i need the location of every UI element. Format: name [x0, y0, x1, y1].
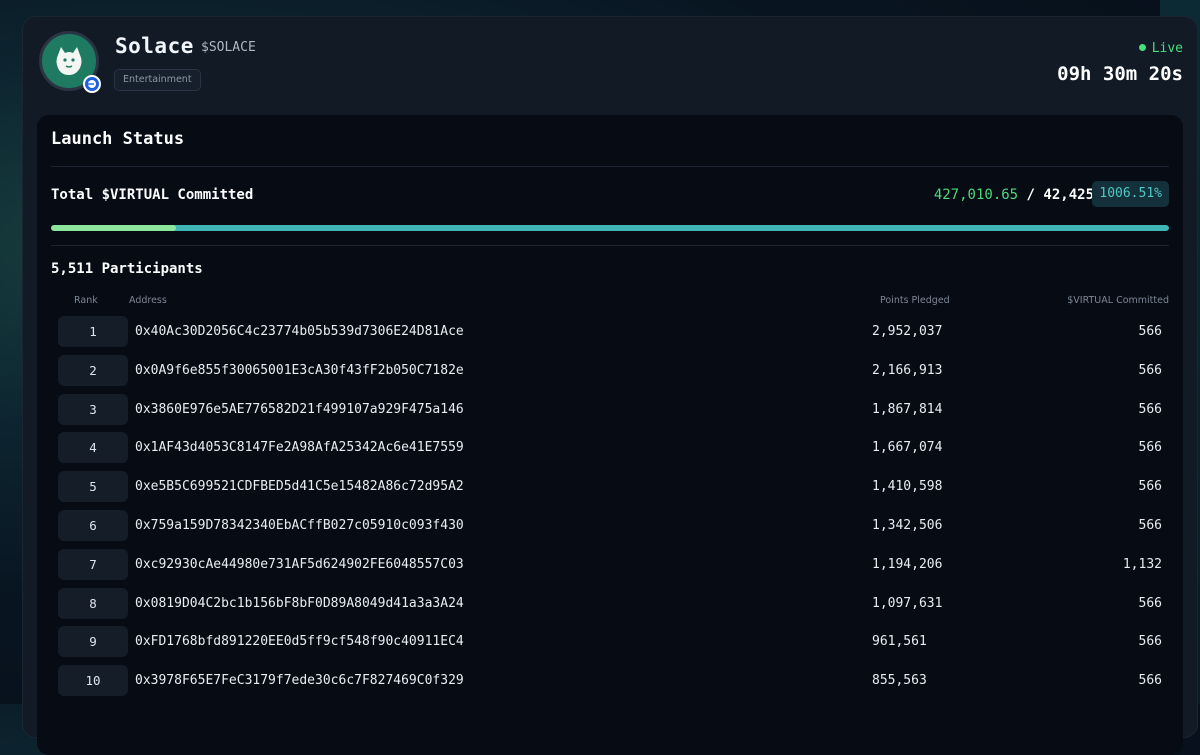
commit-values: 427,010.65 / 42,425 — [934, 187, 1094, 203]
wallet-address[interactable]: 0xc92930cAe44980e731AF5d624902FE6048557C… — [135, 557, 464, 572]
table-row[interactable]: 1 0x40Ac30D2056C4c23774b05b539d7306E24D8… — [37, 313, 1183, 352]
points-pledged: 961,561 — [872, 634, 927, 650]
progress-fill — [51, 225, 1169, 231]
table-row[interactable]: 5 0xe5B5C699521CDFBED5d41C5e15482A86c72d… — [37, 468, 1183, 507]
token-ticker: $SOLACE — [201, 40, 256, 55]
wallet-address[interactable]: 0x759a159D783423​40EbACffB027c05910c093f… — [135, 518, 464, 533]
table-row[interactable]: 8 0x0819D04C2bc1b156bF8bF0D89A8049d41a3a… — [37, 585, 1183, 624]
wallet-address[interactable]: 0x40Ac30D2056C4c23774b05b539d7306E24D81A… — [135, 324, 464, 339]
divider — [51, 245, 1169, 246]
rank-badge: 5 — [58, 471, 128, 503]
wallet-address[interactable]: 0x1AF43d4053C8147Fe2A98AfA25342Ac6e41E75… — [135, 440, 464, 455]
virtual-committed: 566 — [1138, 517, 1162, 533]
rank-badge: 6 — [58, 509, 128, 541]
participants-count: 5,511 Participants — [51, 261, 203, 277]
panel-title: Launch Status — [51, 129, 185, 149]
header-virtual: $VIRTUAL Committed — [1067, 295, 1169, 306]
live-dot-icon — [1138, 44, 1146, 51]
wallet-address[interactable]: 0xe5B5C699521CDFBED5d41C5e15482A86c72d95… — [135, 479, 464, 494]
wallet-address[interactable]: 0x0819D04C2bc1b156bF8bF0D89A8049d41a3a3A… — [135, 596, 464, 611]
table-row[interactable]: 10 0x3978F65E7FeC3179f7ede30c6c7F827469C… — [37, 662, 1183, 701]
rank-badge: 3 — [58, 393, 128, 425]
base-chain-icon — [83, 75, 101, 93]
points-pledged: 1,097,631 — [872, 595, 943, 611]
table-row[interactable]: 2 0x0A9f6e855f30065001E3cA30f43fF2b050C7… — [37, 352, 1183, 391]
divider — [51, 166, 1169, 167]
rank-badge: 10 — [58, 665, 128, 697]
points-pledged: 2,952,037 — [872, 324, 943, 339]
table-row[interactable]: 6 0x759a159D783423​40EbACffB027c05910c09… — [37, 507, 1183, 546]
token-header: Solace $SOLACE Entertainment Live 09h 30… — [39, 31, 1183, 113]
table-row[interactable]: 4 0x1AF43d4053C8147Fe2A98AfA25342Ac6e41E… — [37, 429, 1183, 468]
wallet-address[interactable]: 0xFD1768bfd891220EE0d5ff9cf548f90c40911E… — [135, 634, 464, 649]
points-pledged: 1,342,506 — [872, 517, 943, 533]
virtual-committed: 566 — [1138, 479, 1162, 495]
launch-card: Solace $SOLACE Entertainment Live 09h 30… — [22, 16, 1198, 755]
virtual-committed: 566 — [1138, 673, 1162, 689]
virtual-committed: 566 — [1138, 324, 1162, 339]
virtual-committed: 566 — [1138, 362, 1162, 378]
progress-highlight — [51, 225, 177, 231]
table-row[interactable]: 7 0xc92930cAe44980e731AF5d624902FE604855… — [37, 546, 1183, 585]
virtual-committed: 566 — [1138, 440, 1162, 456]
header-rank: Rank — [74, 295, 98, 306]
rank-badge: 8 — [58, 587, 128, 619]
virtual-committed: 566 — [1138, 634, 1162, 650]
points-pledged: 1,667,074 — [872, 440, 943, 456]
points-pledged: 1,194,206 — [872, 556, 943, 572]
virtual-committed: 1,132 — [1122, 556, 1162, 572]
wallet-address[interactable]: 0x3978F65E7FeC3179f7ede30c6c7F827469C0f3… — [135, 673, 464, 688]
header-address: Address — [129, 295, 167, 306]
token-name: Solace — [115, 34, 194, 58]
percent-badge: 1006.51% — [1092, 181, 1169, 207]
countdown-timer: 09h 30m 20s — [1057, 63, 1183, 85]
rank-badge: 1 — [58, 316, 128, 347]
live-label: Live — [1151, 41, 1183, 56]
rank-badge: 7 — [58, 548, 128, 580]
target-amount: 42,425 — [1043, 187, 1094, 203]
commit-separator: / — [1026, 187, 1035, 203]
header-points: Points Pledged — [880, 295, 950, 306]
points-pledged: 1,410,598 — [872, 479, 943, 495]
commit-progress-bar — [51, 225, 1169, 231]
wallet-address[interactable]: 0x0A9f6e855f30065001E3cA30f43fF2b050C718… — [135, 363, 464, 378]
points-pledged: 855,563 — [872, 673, 927, 689]
virtual-committed: 566 — [1138, 595, 1162, 611]
points-pledged: 1,867,814 — [872, 401, 943, 417]
commit-label: Total $VIRTUAL Committed — [51, 187, 254, 203]
committed-amount: 427,010.65 — [933, 187, 1019, 203]
rank-badge: 2 — [58, 354, 128, 386]
category-chip[interactable]: Entertainment — [114, 69, 201, 91]
participants-table: 1 0x40Ac30D2056C4c23774b05b539d7306E24D8… — [37, 313, 1183, 701]
table-row[interactable]: 9 0xFD1768bfd891220EE0d5ff9cf548f90c4091… — [37, 623, 1183, 662]
rank-badge: 9 — [58, 626, 128, 658]
wallet-address[interactable]: 0x3860E976e5AE776582D21f499107a929F475a1… — [135, 402, 464, 417]
live-status: Live — [1138, 41, 1183, 56]
table-row[interactable]: 3 0x3860E976e5AE776582D21f499107a929F475… — [37, 391, 1183, 430]
launch-status-panel: Launch Status Total $VIRTUAL Committed 4… — [37, 115, 1183, 755]
virtual-committed: 566 — [1138, 401, 1162, 417]
points-pledged: 2,166,913 — [872, 362, 943, 378]
rank-badge: 4 — [58, 432, 128, 464]
